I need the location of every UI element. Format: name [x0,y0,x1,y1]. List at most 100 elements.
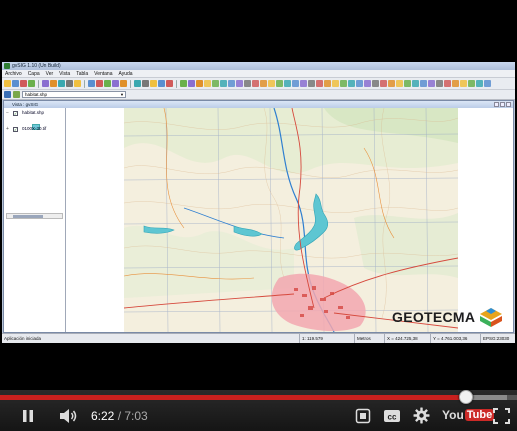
graphics-icon[interactable] [188,80,195,87]
toolbar-tool-icon[interactable] [284,80,291,87]
time-separator: / [114,409,125,423]
minimize-icon[interactable] [494,102,499,107]
toolbar-tool-icon[interactable] [380,80,387,87]
chevron-down-icon: ▼ [120,92,124,97]
toolbar-tool-icon[interactable] [252,80,259,87]
toolbar-tool-icon[interactable] [364,80,371,87]
save-icon[interactable] [20,80,27,87]
toolbar-tool-icon[interactable] [220,80,227,87]
toolbar-tool-icon[interactable] [268,80,275,87]
toolbar-tool-icon[interactable] [468,80,475,87]
toc-layer-raster[interactable]: + ✓ 0100X-30.tif [4,124,65,134]
pan-icon[interactable] [112,80,119,87]
menu-ver[interactable]: Ver [45,70,55,77]
select-icon[interactable] [150,80,157,87]
menu-ayuda[interactable]: Ayuda [118,70,134,77]
toolbar-tool-icon[interactable] [340,80,347,87]
toolbar-tool-icon[interactable] [452,80,459,87]
toolbar-tool-icon[interactable] [428,80,435,87]
status-crs: EPSG:23030 [480,334,515,343]
toc-layer-habitat[interactable]: − ✓ habitat.shp [4,108,65,118]
edit-toolbar: habitat.shp ▼ [2,90,515,100]
measure-icon[interactable] [142,80,149,87]
table-icon[interactable] [158,80,165,87]
gear-icon[interactable] [413,407,430,424]
toolbar-tool-icon[interactable] [260,80,267,87]
toolbar-tool-icon[interactable] [372,80,379,87]
toolbar-tool-icon[interactable] [388,80,395,87]
toolbar-tool-icon[interactable] [476,80,483,87]
toolbar-tool-icon[interactable] [444,80,451,87]
fullscreen-icon[interactable] [493,408,510,424]
maximize-icon[interactable] [500,102,505,107]
geotecma-logo-icon [480,308,503,327]
active-layer-select[interactable]: habitat.shp ▼ [22,91,126,98]
select-layer-icon[interactable] [13,91,20,98]
toolbar-tool-icon[interactable] [300,80,307,87]
toolbar-tool-icon[interactable] [412,80,419,87]
layer-icon[interactable] [4,91,11,98]
toolbar-tool-icon[interactable] [404,80,411,87]
zoom-out-icon[interactable] [104,80,111,87]
toolbar-tool-icon[interactable] [276,80,283,87]
close-icon[interactable] [506,102,511,107]
help-icon[interactable] [196,80,203,87]
new-icon[interactable] [4,80,11,87]
menu-tabla[interactable]: Tabla [75,70,89,77]
subtitles-icon[interactable]: cc [383,408,401,424]
view-window: Vista : gvSIG − ✓ habitat.shp + ✓ 0100X-… [3,100,514,333]
toolbar-tool-icon[interactable] [236,80,243,87]
toolbar-tool-icon[interactable] [244,80,251,87]
toolbar-tool-icon[interactable] [348,80,355,87]
info-icon[interactable] [134,80,141,87]
toolbar-tool-icon[interactable] [204,80,211,87]
toolbar-tool-icon[interactable] [396,80,403,87]
add-layer-icon[interactable] [88,80,95,87]
copy-icon[interactable] [50,80,57,87]
video-progress-bar[interactable] [0,390,517,404]
menu-archivo[interactable]: Archivo [4,70,23,77]
zoom-full-icon[interactable] [120,80,127,87]
view-titlebar: Vista : gvSIG [4,101,513,108]
toolbar-tool-icon[interactable] [324,80,331,87]
toolbar-tool-icon[interactable] [460,80,467,87]
locator-icon[interactable] [180,80,187,87]
map-canvas[interactable] [67,108,513,332]
open-icon[interactable] [12,80,19,87]
toolbar-tool-icon[interactable] [420,80,427,87]
volume-icon[interactable] [59,408,79,424]
print-icon[interactable] [28,80,35,87]
menu-capa[interactable]: Capa [27,70,41,77]
watermark-text: GEOTECMA [392,309,476,325]
paste-icon[interactable] [58,80,65,87]
toolbar-tool-icon[interactable] [228,80,235,87]
toolbar-tool-icon[interactable] [484,80,491,87]
pause-icon[interactable] [20,408,36,424]
tree-expand-icon[interactable]: + [6,127,11,132]
zoom-in-icon[interactable] [96,80,103,87]
toolbar-tool-icon[interactable] [356,80,363,87]
toolbar-tool-icon[interactable] [308,80,315,87]
menu-vista[interactable]: Vista [58,70,71,77]
youtube-logo[interactable]: You Tube [442,408,495,422]
menu-ventana[interactable]: Ventana [93,70,113,77]
annotations-icon[interactable] [355,408,371,424]
status-message: Aplicación iniciada [4,336,42,341]
cut-icon[interactable] [42,80,49,87]
layer-checkbox[interactable]: ✓ [13,127,18,132]
toolbar-tool-icon[interactable] [316,80,323,87]
played-bar [0,395,467,400]
tree-expand-icon[interactable]: − [6,111,11,116]
redo-icon[interactable] [74,80,81,87]
layer-checkbox[interactable]: ✓ [13,111,18,116]
toolbar-tool-icon[interactable] [436,80,443,87]
window-title: gvSIG 1.10 (Un Build) [12,63,61,69]
status-scale[interactable]: 1: 119.579 [299,334,354,343]
toolbar-tool-icon[interactable] [332,80,339,87]
toolbar-tool-icon[interactable] [212,80,219,87]
undo-icon[interactable] [66,80,73,87]
toc-scrollbar[interactable] [6,213,63,219]
toolbar-tool-icon[interactable] [292,80,299,87]
properties-icon[interactable] [166,80,173,87]
scrollbar-thumb[interactable] [13,215,43,218]
